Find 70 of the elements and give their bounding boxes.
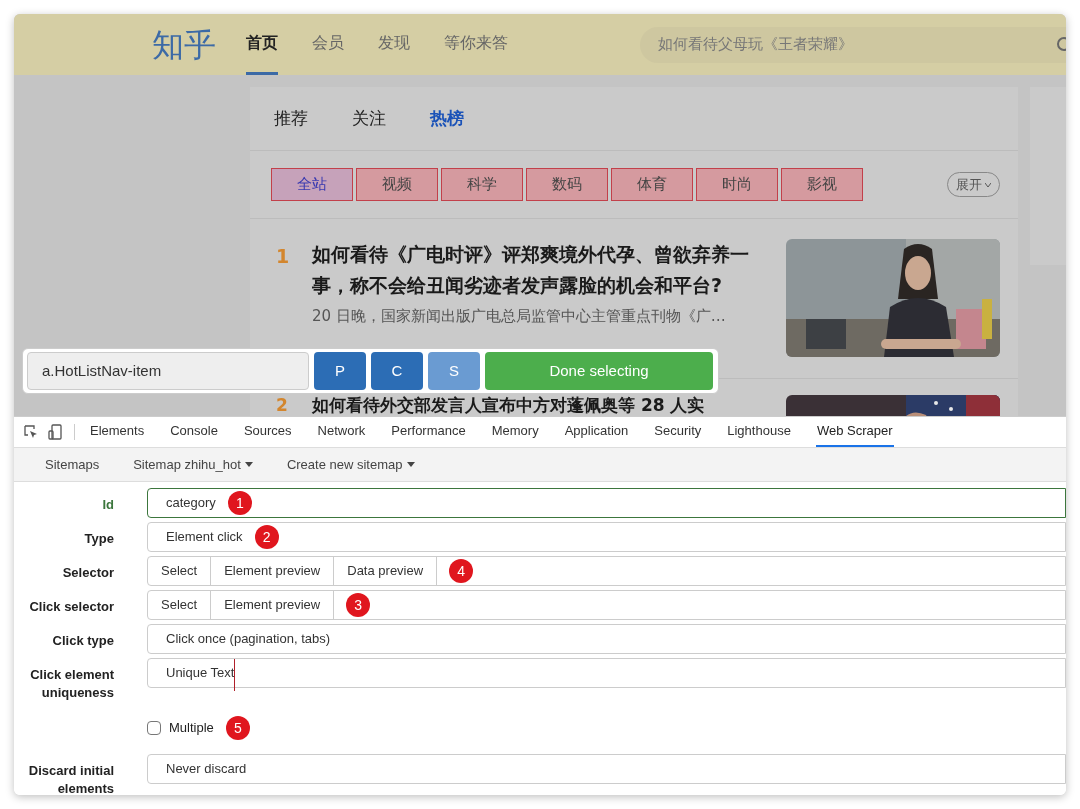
category-chip[interactable]: 影视 [781,168,863,201]
sitemap-menu[interactable]: Sitemaps [45,454,100,475]
number-marker: 2 [254,525,279,549]
devtools-tab[interactable]: Application [563,417,630,447]
selector-field[interactable]: a.HotListNav-item [27,352,309,390]
field-value: Unique Text [166,664,235,683]
search-icon[interactable] [1056,36,1066,53]
selector-button[interactable]: Select [148,591,212,619]
number-marker: 4 [449,559,474,583]
input-field[interactable]: category 1 [147,488,1066,518]
toolbar-button[interactable]: C [371,352,423,390]
input-field[interactable]: Element click 2 [147,522,1066,552]
devtools-tab[interactable]: Memory [490,417,540,447]
number-marker: 3 [346,593,371,617]
category-chip[interactable]: 视频 [356,168,438,201]
field-value: Element click [166,528,243,547]
selector-button[interactable]: Element preview [211,591,335,619]
caret-icon [406,462,415,467]
rank-number: 1 [276,244,291,269]
field-label: Click element uniqueness [29,666,114,702]
toolbar-button[interactable]: P [314,352,366,390]
field-label: Selector [61,564,114,582]
input-field[interactable]: Unique Text [147,658,1066,688]
devtools-tab[interactable]: Sources [242,417,293,447]
field-value: category [166,494,216,513]
devtools-tab[interactable]: Lighthouse [726,417,792,447]
devtools-tab[interactable]: Network [316,417,367,447]
input-field[interactable]: Never discard [147,754,1066,784]
category-chip[interactable]: 体育 [611,168,693,201]
number-marker: 5 [225,716,250,740]
question-title[interactable]: 如何看待外交部发言人宣布中方对蓬佩奥等 28 人实 [312,395,786,415]
category-chip[interactable]: 科学 [441,168,523,201]
field-label: Id [101,496,114,514]
devtools-tab[interactable]: Elements [89,417,146,447]
nav-tab[interactable]: 会员 [312,14,344,75]
rank-number: 2 [276,395,289,416]
feed-tab[interactable]: 热榜 [430,105,464,132]
number-marker: 1 [227,491,252,515]
field-value: Never discard [166,760,247,779]
devtools-tab[interactable]: Console [169,417,219,447]
question-title[interactable]: 如何看待《广电时评》评郑爽境外代孕、曾欲弃养一事，称不会给丑闻劣迹者发声露脸的机会和平台? [312,239,786,301]
field-label: Type [83,530,114,548]
field-label: Click type [51,632,114,650]
category-chip[interactable]: 时尚 [696,168,778,201]
sitemap-menu[interactable]: Create new sitemap [286,454,415,475]
input-field[interactable]: Click once (pagination, tabs) [147,624,1066,654]
text-cursor [234,659,236,691]
feed-tab[interactable]: 推荐 [274,105,308,132]
selector-button[interactable]: Select [148,557,212,585]
checkbox[interactable] [147,721,161,735]
nav-tab[interactable]: 发现 [378,14,410,75]
devtools-tab[interactable]: Security [653,417,703,447]
category-chip[interactable]: 全站 [271,168,353,201]
caret-icon [244,462,253,467]
feed-tab[interactable]: 关注 [352,105,386,132]
sitemap-menu[interactable]: Sitemap zhihu_hot [133,454,253,475]
category-chip[interactable]: 数码 [526,168,608,201]
nav-tab[interactable]: 首页 [246,14,278,75]
question-excerpt: 20 日晚，国家新闻出版广电总局监管中心主管重点刊物《广… [312,306,727,327]
nav-tab[interactable]: 等你来答 [444,14,508,75]
chevron-down-icon [985,182,991,187]
field-label: Discard initial elements [27,762,114,795]
field-value: Click once (pagination, tabs) [166,630,331,649]
selector-button[interactable]: Data preview [334,557,438,585]
device-icon[interactable] [48,424,62,440]
checkbox-label[interactable]: Multiple [169,718,214,738]
inspect-icon[interactable] [24,425,38,439]
selector-button[interactable]: Element preview [211,557,335,585]
field-label: Click selector [28,598,114,616]
devtools-tab[interactable]: Performance [390,417,467,447]
